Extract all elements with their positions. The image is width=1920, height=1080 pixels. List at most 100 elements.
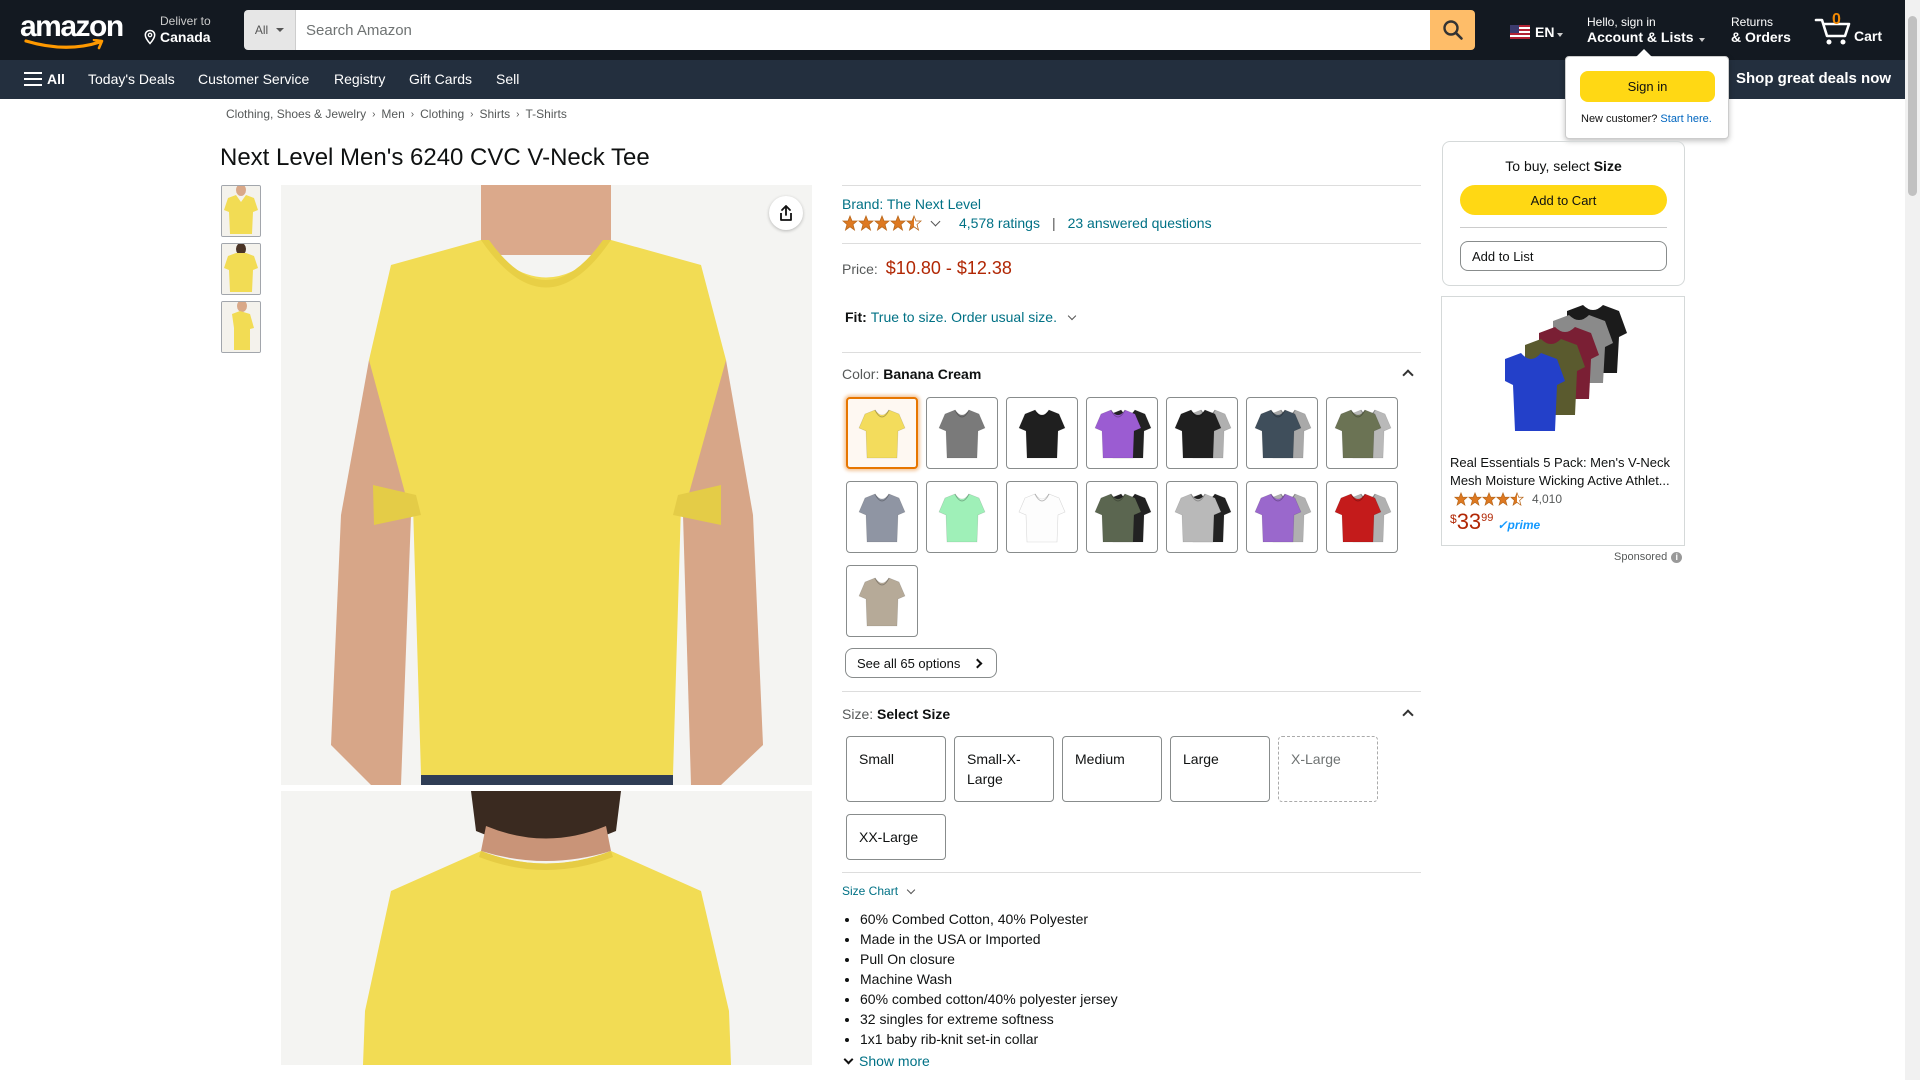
breadcrumb-item[interactable]: Clothing, Shoes & Jewelry <box>226 107 366 121</box>
divider <box>842 185 1421 186</box>
color-swatch[interactable] <box>846 565 918 637</box>
nav-customer-service[interactable]: Customer Service <box>198 71 309 87</box>
chevron-right-icon <box>972 658 983 668</box>
product-thumbnail-image <box>222 244 260 294</box>
fit-link[interactable]: True to size. Order usual size. <box>871 309 1057 325</box>
breadcrumb-item[interactable]: T-Shirts <box>526 107 567 121</box>
color-swatch[interactable] <box>1166 481 1238 553</box>
star-rating[interactable] <box>842 215 922 231</box>
color-swatch[interactable] <box>1006 481 1078 553</box>
breadcrumb-item[interactable]: Clothing <box>420 107 464 121</box>
collapse-chevron-icon[interactable] <box>1402 709 1414 721</box>
ad-price: $ 33 99 ✓prime <box>1450 509 1541 534</box>
sponsored-label[interactable]: Sponsored i <box>1614 551 1683 563</box>
ad-rating-count: 4,010 <box>1532 492 1563 506</box>
add-to-cart-button[interactable]: Add to Cart <box>1460 185 1667 215</box>
prime-badge: ✓prime <box>1497 518 1541 532</box>
color-swatch[interactable] <box>1166 397 1238 469</box>
see-all-options-button[interactable]: See all 65 options <box>845 648 997 678</box>
size-option-xx-large[interactable]: XX-Large <box>846 814 946 860</box>
search-category-select[interactable]: All <box>244 10 296 50</box>
share-button[interactable] <box>769 196 803 230</box>
size-chart-link[interactable]: Size Chart <box>842 884 916 898</box>
scrollbar-thumb[interactable] <box>1908 16 1917 196</box>
color-swatch[interactable] <box>926 397 998 469</box>
nav-todays-deals[interactable]: Today's Deals <box>88 71 175 87</box>
chevron-down-icon[interactable] <box>930 216 941 226</box>
color-swatch[interactable] <box>846 397 918 469</box>
stars-icon <box>842 215 922 231</box>
selected-size: Select Size <box>877 706 951 722</box>
color-swatch[interactable] <box>1326 481 1398 553</box>
answered-questions-link[interactable]: 23 answered questions <box>1068 215 1212 231</box>
product-title: Next Level Men's 6240 CVC V-Neck Tee <box>220 144 650 171</box>
feature-bullet: 32 singles for extreme softness <box>860 1009 1118 1029</box>
brand-link[interactable]: Brand: The Next Level <box>842 196 981 212</box>
swatch-shirt-image <box>858 577 906 627</box>
sign-in-button[interactable]: Sign in <box>1580 71 1715 102</box>
size-option-x-large[interactable]: X-Large <box>1278 736 1378 802</box>
color-swatch[interactable] <box>1006 397 1078 469</box>
cart-button[interactable]: 0 Cart <box>1812 10 1882 50</box>
ratings-count-link[interactable]: 4,578 ratings <box>959 215 1040 231</box>
language-selector[interactable]: EN <box>1510 24 1564 40</box>
color-swatch[interactable] <box>926 481 998 553</box>
thumbnail-back[interactable] <box>221 243 261 295</box>
product-photo-front <box>281 185 812 785</box>
swatch-shirt-image <box>858 493 906 543</box>
nav-sell[interactable]: Sell <box>496 71 519 87</box>
search-button[interactable] <box>1430 10 1475 50</box>
hamburger-icon <box>24 72 42 86</box>
size-option-large[interactable]: Large <box>1170 736 1270 802</box>
collapse-chevron-icon[interactable] <box>1402 369 1414 381</box>
chevron-down-icon[interactable] <box>1067 311 1077 320</box>
new-customer-text: New customer? Start here. <box>1581 113 1712 125</box>
feature-bullet: 1x1 baby rib-knit set-in collar <box>860 1029 1118 1049</box>
amazon-logo[interactable]: amazon <box>20 12 124 50</box>
deliver-to[interactable]: Deliver to Canada <box>142 14 211 45</box>
swatch-shirt-image <box>1334 409 1392 459</box>
feature-bullet: Made in the USA or Imported <box>860 929 1118 949</box>
breadcrumb-item[interactable]: Men <box>381 107 404 121</box>
size-option-small-x-large[interactable]: Small-X-Large <box>954 736 1054 802</box>
size-option-small[interactable]: Small <box>846 736 946 802</box>
breadcrumb-item[interactable]: Shirts <box>479 107 510 121</box>
start-here-link[interactable]: Start here. <box>1660 113 1711 125</box>
color-swatch[interactable] <box>1326 397 1398 469</box>
size-option-medium[interactable]: Medium <box>1062 736 1162 802</box>
share-icon <box>780 205 792 221</box>
page-scrollbar[interactable] <box>1905 0 1920 1080</box>
color-swatch[interactable] <box>1086 481 1158 553</box>
price-row: Price: $10.80 - $12.38 <box>842 258 1012 278</box>
us-flag-icon <box>1510 25 1530 39</box>
ad-rating: 4,010 <box>1450 492 1562 506</box>
secondary-product-image[interactable] <box>281 791 812 1065</box>
divider <box>842 243 1421 244</box>
nav-gift-cards[interactable]: Gift Cards <box>409 71 472 87</box>
nav-promo-link[interactable]: Shop great deals now <box>1736 70 1891 87</box>
thumbnail-front[interactable] <box>221 185 261 237</box>
swatch-shirt-image <box>1018 409 1066 459</box>
color-swatch[interactable] <box>1086 397 1158 469</box>
divider <box>842 352 1421 353</box>
color-swatch[interactable] <box>846 481 918 553</box>
returns-orders[interactable]: Returns & Orders <box>1731 15 1791 45</box>
nav-registry[interactable]: Registry <box>334 71 385 87</box>
color-swatch[interactable] <box>1246 481 1318 553</box>
main-product-image[interactable] <box>281 185 812 785</box>
account-lists[interactable]: Hello, sign in Account & Lists <box>1587 15 1705 45</box>
search-input[interactable] <box>296 10 1430 50</box>
color-swatch[interactable] <box>1246 397 1318 469</box>
swatch-shirt-image <box>1334 493 1392 543</box>
chevron-down-icon <box>843 1054 854 1064</box>
all-menu-button[interactable]: All <box>24 71 65 87</box>
top-nav: amazon Deliver to Canada All Search Amaz… <box>0 0 1920 60</box>
show-more-link[interactable]: Show more <box>843 1053 930 1069</box>
smile-arrow-icon <box>24 39 104 50</box>
add-to-list-button[interactable]: Add to List <box>1460 241 1667 271</box>
chevron-down-icon <box>1698 37 1705 42</box>
sponsored-ad[interactable]: Real Essentials 5 Pack: Men's V-Neck Mes… <box>1441 296 1685 546</box>
feature-bullets: 60% Combed Cotton, 40% Polyester Made in… <box>860 909 1118 1049</box>
product-photo-back <box>281 791 812 1065</box>
thumbnail-side[interactable] <box>221 301 261 353</box>
